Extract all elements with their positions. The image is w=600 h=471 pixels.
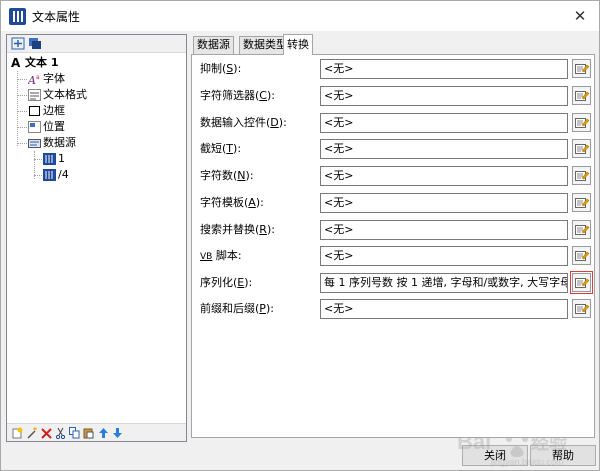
border-icon bbox=[29, 106, 40, 116]
tree-node-label: 文本 1 bbox=[25, 56, 59, 69]
prefix-suffix-field[interactable]: <无> bbox=[320, 299, 568, 319]
data-input-control-label: 数据输入控件(D): bbox=[200, 116, 287, 129]
data-input-control-edit-button[interactable] bbox=[572, 113, 591, 132]
char-count-field[interactable]: <无> bbox=[320, 166, 568, 186]
truncate-label: 截短(T): bbox=[200, 142, 242, 155]
conversion-tab-panel: 抑制(S): <无> 字符筛选器(C): <无> 数据输入控件(D): <无> … bbox=[191, 54, 595, 438]
tree-node-position[interactable]: 位置 bbox=[7, 119, 186, 135]
edit-properties-icon bbox=[575, 171, 589, 181]
vb-script-label: VB 脚本: bbox=[200, 249, 242, 262]
copy-icon[interactable] bbox=[69, 427, 80, 439]
delete-icon[interactable] bbox=[41, 427, 52, 439]
tree-node-label: /4 bbox=[58, 168, 69, 181]
suppression-label: 抑制(S): bbox=[200, 62, 242, 75]
edit-properties-icon bbox=[575, 198, 589, 208]
window-title: 文本属性 bbox=[32, 10, 81, 24]
serialization-field[interactable]: 每 1 序列号数 按 1 递增, 字母和/或数字, 大写字母 ... bbox=[320, 273, 568, 293]
tab-data-source[interactable]: 数据源 bbox=[193, 36, 234, 54]
char-template-field[interactable]: <无> bbox=[320, 193, 568, 213]
search-replace-label: 搜索并替换(R): bbox=[200, 223, 275, 236]
data-source-icon bbox=[28, 139, 41, 148]
text-properties-dialog: 文本属性 ✕ A 文本 1 A a 字体 文本格式 边框 位置 数据源 1 /4… bbox=[0, 0, 600, 471]
edit-properties-icon bbox=[575, 304, 589, 314]
char-template-edit-button[interactable] bbox=[572, 193, 591, 212]
serialization-edit-button[interactable] bbox=[570, 271, 593, 294]
tree-node-label: 文本格式 bbox=[43, 88, 87, 101]
prefix-suffix-edit-button[interactable] bbox=[572, 299, 591, 318]
tree-node-source-1[interactable]: 1 bbox=[7, 151, 186, 167]
char-count-label: 字符数(N): bbox=[200, 169, 254, 182]
app-icon bbox=[9, 8, 26, 25]
tree-node-label: 数据源 bbox=[43, 136, 76, 149]
edit-properties-icon bbox=[575, 251, 589, 261]
tree-action-toolbar bbox=[7, 423, 186, 441]
tree-node-label: 边框 bbox=[43, 104, 65, 117]
svg-text:a: a bbox=[36, 74, 40, 81]
tree-node-label: 1 bbox=[58, 152, 65, 165]
properties-view-icon[interactable] bbox=[28, 37, 42, 50]
tree-toolbar bbox=[7, 35, 186, 53]
truncate-edit-button[interactable] bbox=[572, 139, 591, 158]
object-tree-panel: A 文本 1 A a 字体 文本格式 边框 位置 数据源 1 /4 bbox=[6, 34, 187, 442]
search-replace-edit-button[interactable] bbox=[572, 220, 591, 239]
char-template-label: 字符模板(A): bbox=[200, 196, 264, 209]
char-filter-label: 字符筛选器(C): bbox=[200, 89, 275, 102]
edit-properties-icon bbox=[575, 225, 589, 235]
data-field-icon bbox=[43, 169, 56, 181]
tree-node-border[interactable]: 边框 bbox=[7, 103, 186, 119]
char-count-edit-button[interactable] bbox=[572, 166, 591, 185]
tree-node-label: 字体 bbox=[43, 72, 65, 85]
vb-script-edit-button[interactable] bbox=[572, 246, 591, 265]
text-node-a-icon: A bbox=[11, 56, 21, 70]
tree-node-data-source[interactable]: 数据源 bbox=[7, 135, 186, 151]
expand-all-icon[interactable] bbox=[11, 37, 25, 50]
font-icon: A a bbox=[28, 74, 40, 85]
vb-script-field[interactable]: <无> bbox=[320, 246, 568, 266]
move-down-icon[interactable] bbox=[112, 427, 123, 439]
tree-node-source-2[interactable]: /4 bbox=[7, 167, 186, 183]
tree-node-label: 位置 bbox=[43, 120, 65, 133]
close-window-button[interactable]: ✕ bbox=[567, 3, 593, 29]
serialization-label: 序列化(E): bbox=[200, 276, 253, 289]
new-item-icon[interactable] bbox=[12, 427, 23, 439]
suppression-edit-button[interactable] bbox=[572, 59, 591, 78]
edit-properties-icon bbox=[575, 91, 589, 101]
svg-text:jingyan.baidu.com: jingyan.baidu.com bbox=[490, 457, 564, 467]
suppression-field[interactable]: <无> bbox=[320, 59, 568, 79]
position-icon bbox=[28, 121, 41, 133]
char-filter-edit-button[interactable] bbox=[572, 86, 591, 105]
tree-node-text1[interactable]: A 文本 1 bbox=[7, 55, 186, 71]
cut-icon[interactable] bbox=[55, 427, 66, 439]
search-replace-field[interactable]: <无> bbox=[320, 220, 568, 240]
edit-properties-icon bbox=[575, 64, 589, 74]
text-format-icon bbox=[28, 89, 41, 101]
paste-icon[interactable] bbox=[83, 427, 94, 439]
tab-conversion[interactable]: 转换 bbox=[283, 34, 313, 55]
edit-properties-icon bbox=[575, 118, 589, 128]
edit-properties-icon bbox=[575, 144, 589, 154]
data-field-icon bbox=[43, 153, 56, 165]
truncate-field[interactable]: <无> bbox=[320, 139, 568, 159]
tree-node-font[interactable]: A a 字体 bbox=[7, 71, 186, 87]
char-filter-field[interactable]: <无> bbox=[320, 86, 568, 106]
edit-properties-icon bbox=[575, 278, 589, 288]
data-input-control-field[interactable]: <无> bbox=[320, 113, 568, 133]
title-bar: 文本属性 ✕ bbox=[1, 1, 599, 31]
magic-wand-icon[interactable] bbox=[27, 427, 38, 439]
prefix-suffix-label: 前缀和后缀(P): bbox=[200, 302, 274, 315]
move-up-icon[interactable] bbox=[98, 427, 109, 439]
svg-text:A: A bbox=[28, 74, 36, 85]
tree-node-text-format[interactable]: 文本格式 bbox=[7, 87, 186, 103]
